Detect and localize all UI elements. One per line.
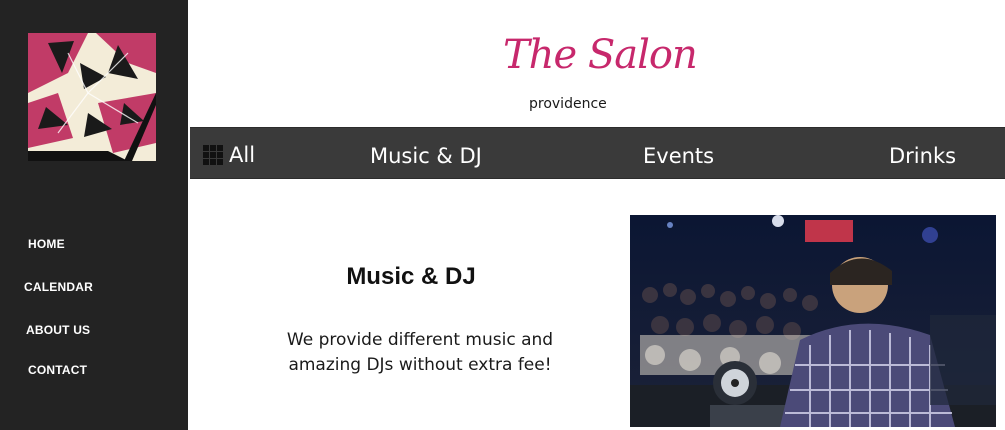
grid-icon[interactable] <box>203 145 223 165</box>
brand-subtitle: providence <box>529 96 607 112</box>
dj-photo <box>630 215 996 427</box>
section-description: We provide different music and amazing D… <box>286 330 554 375</box>
section-heading: Music & DJ <box>346 263 476 290</box>
nav-home[interactable]: HOME <box>28 237 65 251</box>
nav-contact[interactable]: CONTACT <box>28 363 87 377</box>
tab-events[interactable]: Events <box>643 144 714 168</box>
tab-music-dj[interactable]: Music & DJ <box>370 144 482 168</box>
logo-image[interactable] <box>28 33 156 161</box>
tab-drinks[interactable]: Drinks <box>889 144 956 168</box>
sidebar: HOME CALENDAR ABOUT US CONTACT <box>0 0 188 430</box>
nav-about-us[interactable]: ABOUT US <box>26 323 90 337</box>
tab-all[interactable]: All <box>229 143 255 167</box>
brand-title[interactable]: The Salon <box>503 32 698 78</box>
category-nav <box>190 127 1005 179</box>
nav-calendar[interactable]: CALENDAR <box>24 280 93 294</box>
